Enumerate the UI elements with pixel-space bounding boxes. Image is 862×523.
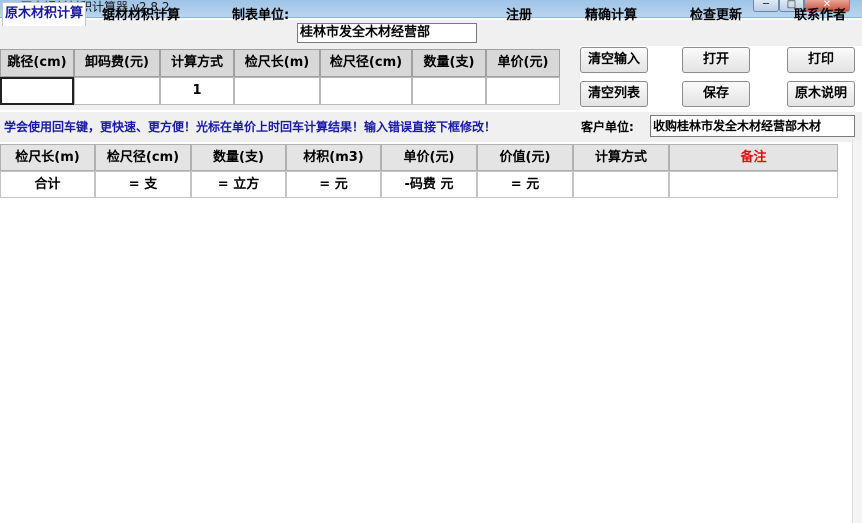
header-unload-fee: 卸码费(元)	[74, 49, 160, 77]
precise-calc-menu[interactable]: 精确计算	[585, 4, 637, 23]
usage-hint: 学会使用回车键，更快速、更方便！光标在单价上时回车计算结果！输入错误直接下框修改…	[4, 120, 497, 134]
unload-fee-input[interactable]	[74, 77, 160, 105]
total-row-label[interactable]: 合计	[0, 171, 95, 198]
client-input[interactable]: 收购桂林市发全木材经营部木材	[650, 115, 855, 137]
total-row-amount[interactable]: = 元	[286, 171, 381, 198]
right-scroll-strip[interactable]	[852, 140, 862, 523]
tab-sawn-volume[interactable]: 锯材材积计算	[102, 4, 180, 23]
clear-list-button[interactable]: 清空列表	[580, 81, 648, 107]
quantity-input[interactable]	[412, 77, 486, 105]
total-row-volume[interactable]: = 立方	[191, 171, 286, 198]
header-diameter: 检尺径(cm)	[320, 49, 412, 77]
total-row-remark[interactable]	[669, 171, 838, 198]
about-log-button[interactable]: 原木说明	[787, 81, 855, 107]
print-button[interactable]: 打印	[787, 47, 855, 73]
jump-diameter-input[interactable]	[0, 77, 74, 105]
header-length: 检尺长(m)	[234, 49, 320, 77]
header-jump-diameter: 跳径(cm)	[0, 49, 74, 77]
header-quantity: 数量(支)	[412, 49, 486, 77]
contact-author-menu[interactable]: 联系作者	[794, 4, 846, 23]
header-unit-price: 单价(元)	[486, 49, 560, 77]
minimize-button[interactable]: ─	[753, 0, 779, 12]
unit-input[interactable]: 桂林市发全木材经营部	[297, 23, 477, 43]
result-header-remark: 备注	[669, 144, 838, 171]
result-header-unit-price: 单价(元)	[381, 144, 477, 171]
clear-input-button[interactable]: 清空输入	[580, 47, 648, 73]
result-header-calc-method: 计算方式	[573, 144, 669, 171]
diameter-input[interactable]	[320, 77, 412, 105]
header-calc-method: 计算方式	[160, 49, 234, 77]
total-row-calc-method[interactable]	[573, 171, 669, 198]
result-header-quantity: 数量(支)	[191, 144, 286, 171]
save-button[interactable]: 保存	[682, 81, 750, 107]
open-button[interactable]: 打开	[682, 47, 750, 73]
tab-log-volume[interactable]: 原木材积计算	[2, 2, 87, 26]
calc-method-input[interactable]: 1	[160, 77, 234, 105]
result-header-value: 价值(元)	[477, 144, 573, 171]
unit-price-input[interactable]	[486, 77, 560, 105]
client-label: 客户单位:	[581, 120, 634, 134]
total-row-minus-fee[interactable]: -码费 元	[381, 171, 477, 198]
check-update-menu[interactable]: 检查更新	[690, 4, 742, 23]
unit-label: 制表单位:	[232, 8, 290, 23]
total-row-count[interactable]: = 支	[95, 171, 191, 198]
register-menu[interactable]: 注册	[506, 4, 532, 23]
result-header-volume: 材积(m3)	[286, 144, 381, 171]
result-header-length: 检尺长(m)	[0, 144, 95, 171]
result-header-diameter: 检尺径(cm)	[95, 144, 191, 171]
length-input[interactable]	[234, 77, 320, 105]
total-row-value[interactable]: = 元	[477, 171, 573, 198]
